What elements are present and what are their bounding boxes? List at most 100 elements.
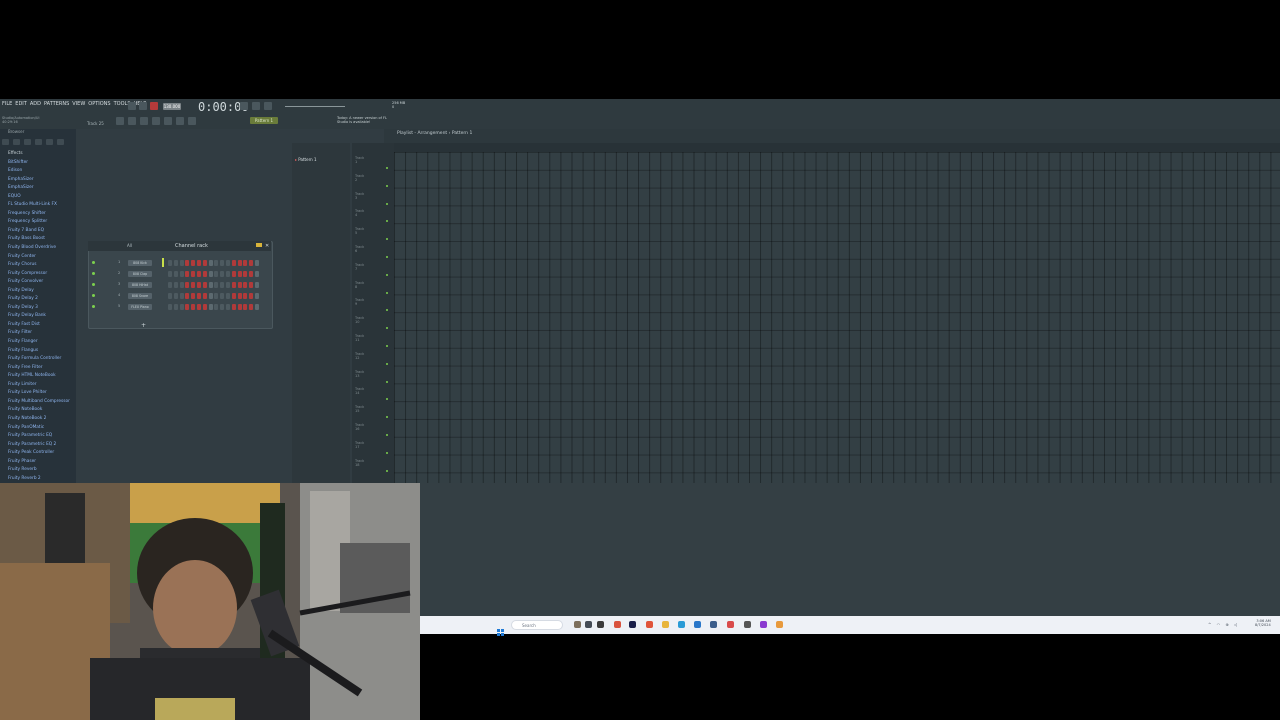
step-button[interactable] bbox=[226, 260, 230, 266]
step-button[interactable] bbox=[173, 282, 178, 288]
track-header[interactable]: Track 1 bbox=[355, 156, 364, 164]
step-button[interactable] bbox=[179, 260, 184, 266]
stop-button[interactable] bbox=[139, 102, 147, 110]
channel-mute-led[interactable] bbox=[92, 305, 95, 308]
step-button[interactable] bbox=[231, 260, 236, 266]
track-mute-led[interactable] bbox=[386, 202, 388, 205]
system-tray[interactable]: ^ ◠ ⊕ ◁ bbox=[1208, 622, 1239, 627]
browser-search-icon[interactable] bbox=[46, 139, 53, 145]
browser-plugin-item[interactable]: Fruity Compressor bbox=[8, 270, 70, 279]
step-button[interactable] bbox=[197, 293, 201, 299]
step-button[interactable] bbox=[185, 293, 190, 299]
step-button[interactable] bbox=[214, 304, 219, 310]
browser-plugin-item[interactable]: Fruity Chorus bbox=[8, 261, 70, 270]
step-button[interactable] bbox=[168, 304, 172, 310]
channel-mute-led[interactable] bbox=[92, 294, 95, 297]
step-button[interactable] bbox=[255, 282, 259, 288]
step-button[interactable] bbox=[185, 304, 190, 310]
piano-roll-icon[interactable] bbox=[128, 117, 136, 125]
mixer-icon[interactable] bbox=[152, 117, 160, 125]
browser-plugin-item[interactable]: Fruity PanOMatic bbox=[8, 424, 70, 433]
graph-editor-icon[interactable] bbox=[256, 243, 262, 247]
step-button[interactable] bbox=[191, 282, 196, 288]
browser-plugin-item[interactable]: Fruity NoteBook 2 bbox=[8, 415, 70, 424]
channel-mute-led[interactable] bbox=[92, 283, 95, 286]
track-header[interactable]: Track 2 bbox=[355, 174, 364, 182]
step-button[interactable] bbox=[168, 260, 172, 266]
step-button[interactable] bbox=[243, 282, 248, 288]
track-header[interactable]: Track 7 bbox=[355, 263, 364, 271]
plugin-picker-icon[interactable] bbox=[176, 117, 184, 125]
playlist-icon[interactable] bbox=[116, 117, 124, 125]
browser-plugin-item[interactable]: Fruity HTML NoteBook bbox=[8, 372, 70, 381]
channel-rack-icon[interactable] bbox=[140, 117, 148, 125]
browser-back-icon[interactable] bbox=[2, 139, 9, 145]
browser-plugin-item[interactable]: EmphaSizer bbox=[8, 176, 70, 185]
step-button[interactable] bbox=[191, 260, 196, 266]
browser-plugin-item[interactable]: Fruity Filter bbox=[8, 329, 70, 338]
step-button[interactable] bbox=[185, 260, 190, 266]
step-button[interactable] bbox=[243, 293, 248, 299]
step-edit-icon[interactable] bbox=[264, 102, 272, 110]
step-button[interactable] bbox=[202, 271, 207, 277]
browser-prev-icon[interactable] bbox=[24, 139, 31, 145]
step-button[interactable] bbox=[237, 282, 242, 288]
track-header[interactable]: Track 5 bbox=[355, 227, 364, 235]
step-button[interactable] bbox=[214, 271, 219, 277]
browser-menu-icon[interactable] bbox=[57, 139, 64, 145]
app-icon-2[interactable] bbox=[710, 621, 717, 628]
step-button[interactable] bbox=[220, 260, 225, 266]
browser-plugin-item[interactable]: Fruity Phaser bbox=[8, 458, 70, 467]
track-header[interactable]: Track 12 bbox=[355, 352, 364, 360]
step-button[interactable] bbox=[231, 271, 236, 277]
step-button[interactable] bbox=[168, 271, 172, 277]
step-button[interactable] bbox=[208, 260, 213, 266]
browser-plugin-item[interactable]: Fruity Peak Controller bbox=[8, 449, 70, 458]
close-icon[interactable]: ✕ bbox=[265, 243, 269, 249]
step-button[interactable] bbox=[226, 293, 230, 299]
browser-plugin-item[interactable]: Frequency Shifter bbox=[8, 210, 70, 219]
step-button[interactable] bbox=[185, 282, 190, 288]
app-icon-5[interactable] bbox=[776, 621, 783, 628]
step-button[interactable] bbox=[226, 282, 230, 288]
step-button[interactable] bbox=[214, 293, 219, 299]
menu-item-view[interactable]: VIEW bbox=[72, 101, 85, 107]
channel-name-button[interactable]: 808 Kick bbox=[128, 260, 152, 266]
channel-mixer-track[interactable]: 2 bbox=[118, 271, 120, 275]
channel-mixer-track[interactable]: 3 bbox=[118, 282, 120, 286]
track-header[interactable]: Track 10 bbox=[355, 316, 364, 324]
channel-mixer-track[interactable]: 1 bbox=[118, 260, 120, 264]
browser-plugin-item[interactable]: Frequency Splitter bbox=[8, 218, 70, 227]
step-button[interactable] bbox=[173, 293, 178, 299]
step-button[interactable] bbox=[179, 293, 184, 299]
channel-name-button[interactable]: 808 Clap bbox=[128, 271, 152, 277]
step-button[interactable] bbox=[214, 282, 219, 288]
step-button[interactable] bbox=[197, 282, 201, 288]
browser-plugin-item[interactable]: Fruity Delay Bank bbox=[8, 312, 70, 321]
step-button[interactable] bbox=[179, 282, 184, 288]
app-icon[interactable] bbox=[629, 621, 636, 628]
browser-plugin-item[interactable]: EQUO bbox=[8, 193, 70, 202]
step-button[interactable] bbox=[249, 260, 254, 266]
step-button[interactable] bbox=[202, 260, 207, 266]
browser-plugin-item[interactable]: EmphaSizer bbox=[8, 184, 70, 193]
track-mute-led[interactable] bbox=[386, 362, 388, 365]
browser-plugin-item[interactable]: Fruity 7 Band EQ bbox=[8, 227, 70, 236]
channel-selector[interactable] bbox=[162, 258, 164, 267]
step-button[interactable] bbox=[255, 260, 259, 266]
step-button[interactable] bbox=[179, 304, 184, 310]
track-header[interactable]: Track 3 bbox=[355, 192, 364, 200]
loop-record-icon[interactable] bbox=[252, 102, 260, 110]
step-button[interactable] bbox=[202, 282, 207, 288]
browser-next-icon[interactable] bbox=[35, 139, 42, 145]
step-button[interactable] bbox=[231, 293, 236, 299]
channel-row[interactable]: 1 808 Kick bbox=[92, 259, 268, 267]
track-header[interactable]: Track 18 bbox=[355, 459, 364, 467]
browser-plugin-item[interactable]: Fruity Convolver bbox=[8, 278, 70, 287]
track-mute-led[interactable] bbox=[386, 380, 388, 383]
task-view-icon[interactable] bbox=[585, 621, 592, 628]
browser-plugin-item[interactable]: Fruity Reverb bbox=[8, 466, 70, 475]
update-notice[interactable]: Today: A newer version of FL Studio is a… bbox=[337, 116, 387, 124]
track-mute-led[interactable] bbox=[386, 291, 388, 294]
step-button[interactable] bbox=[255, 293, 259, 299]
